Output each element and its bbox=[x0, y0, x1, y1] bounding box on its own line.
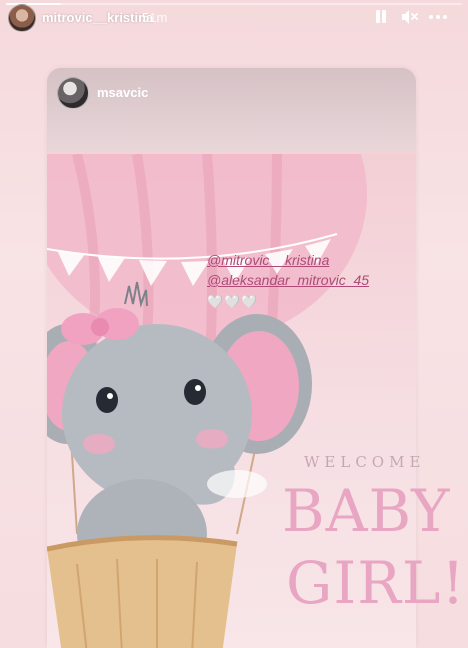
shared-post-avatar[interactable] bbox=[57, 77, 89, 109]
more-icon[interactable] bbox=[428, 8, 450, 26]
baby-text: BABY bbox=[282, 477, 451, 545]
mention-link[interactable]: @aleksandar_mitrovic_45 bbox=[207, 272, 369, 288]
story-timestamp: 51m bbox=[142, 10, 168, 25]
story-username[interactable]: mitrovic__kristina bbox=[42, 10, 153, 25]
shared-post-header: msavcic bbox=[47, 68, 416, 152]
welcome-text: WELCOME bbox=[304, 453, 426, 471]
avatar[interactable] bbox=[8, 4, 36, 32]
pause-icon[interactable] bbox=[372, 8, 390, 26]
shared-post-username[interactable]: msavcic bbox=[97, 85, 148, 100]
mute-icon[interactable] bbox=[400, 8, 418, 26]
mention-link[interactable]: @mitrovic__kristina bbox=[207, 252, 329, 268]
hearts-emoji: 🤍🤍🤍 bbox=[207, 294, 259, 309]
girl-text: GIRL! bbox=[286, 549, 466, 617]
story-header: mitrovic__kristina 51m bbox=[0, 0, 468, 36]
